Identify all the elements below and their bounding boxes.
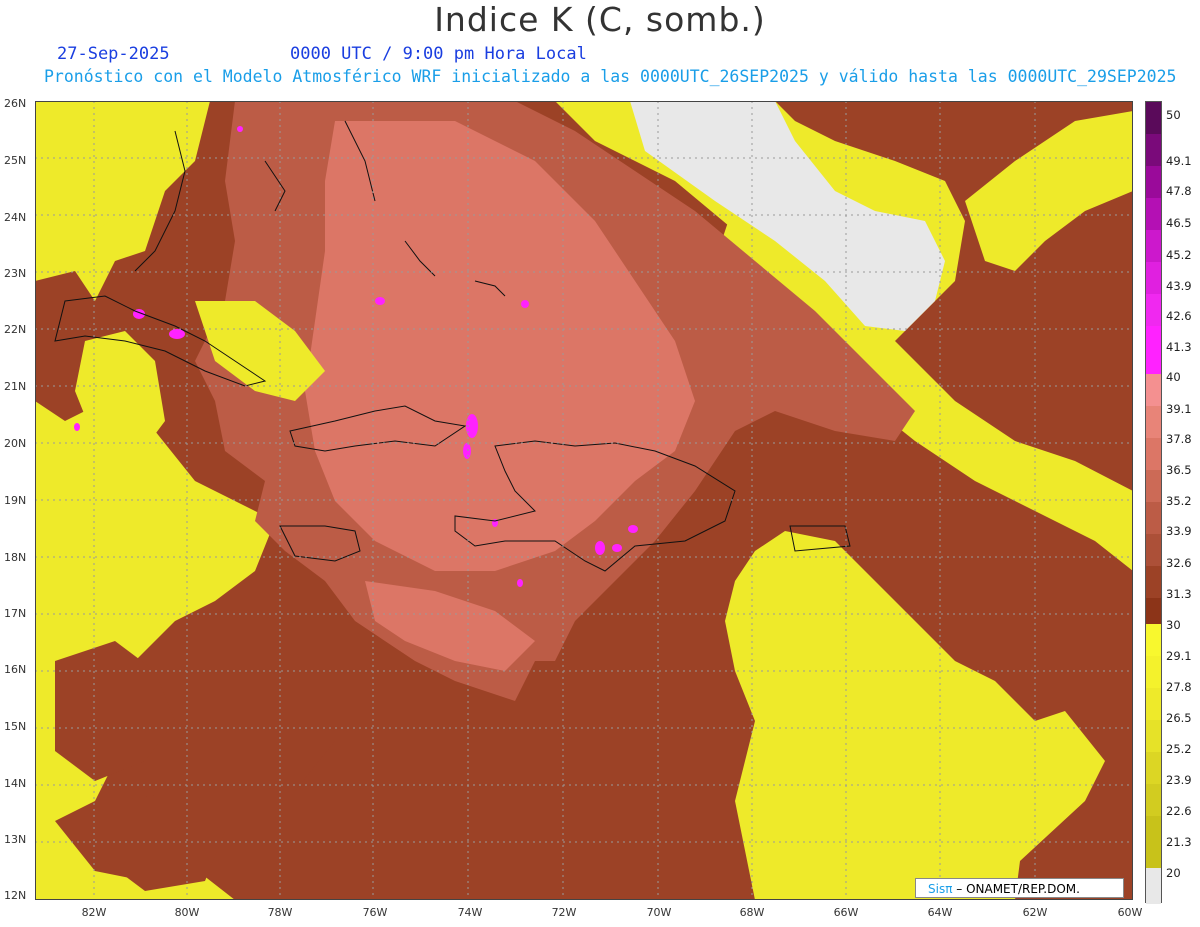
colorbar-label: 42.6 [1166,309,1192,323]
colorbar-label: 22.6 [1166,804,1192,818]
colorbar-label: 21.3 [1166,835,1192,849]
map-title: Indice K (C, somb.) [434,0,766,39]
lat-label: 17N [4,607,27,620]
colorbar-label: 30 [1166,618,1181,632]
lon-label: 66W [833,906,859,919]
colorbar-swatch [1146,326,1161,374]
lat-label: 12N [4,889,27,902]
colorbar-swatch [1146,374,1161,406]
colorbar-swatch [1146,534,1161,566]
lat-label: 15N [4,720,27,733]
colorbar-label: 47.8 [1166,184,1192,198]
colorbar-label: 43.9 [1166,279,1192,293]
credit-box: Sisπ – ONAMET/REP.DOM. [915,878,1124,898]
colorbar-swatch [1146,656,1161,688]
colorbar-swatch [1146,816,1161,868]
lon-label: 70W [646,906,672,919]
lat-label: 13N [4,833,27,846]
colorbar-label: 20 [1166,866,1181,880]
lon-label: 62W [1022,906,1048,919]
lon-label: 78W [267,906,293,919]
colorbar-label: 40 [1166,370,1181,384]
lon-label: 82W [81,906,107,919]
colorbar-label: 23.9 [1166,773,1192,787]
colorbar-label: 36.5 [1166,463,1192,477]
lat-label: 21N [4,380,27,393]
lat-label: 19N [4,494,27,507]
colorbar-label: 27.8 [1166,680,1192,694]
lon-label: 72W [551,906,577,919]
lon-label: 68W [739,906,765,919]
forecast-time: 0000 UTC / 9:00 pm Hora Local [290,44,587,64]
colorbar-label: 46.5 [1166,216,1192,230]
colorbar-swatch [1146,198,1161,230]
colorbar-swatch [1146,134,1161,166]
colorbar-swatch [1146,688,1161,720]
colorbar-swatch [1146,868,1161,904]
colorbar-swatch [1146,598,1161,624]
colorbar-label: 39.1 [1166,402,1192,416]
colorbar-label: 32.6 [1166,556,1192,570]
colorbar-swatch [1146,470,1161,502]
lat-label: 26N [4,97,27,110]
colorbar-label: 45.2 [1166,248,1192,262]
colorbar-swatch [1146,230,1161,262]
colorbar-label: 25.2 [1166,742,1192,756]
colorbar-swatch [1146,294,1161,326]
lon-label: 76W [362,906,388,919]
colorbar-label: 49.1 [1166,154,1192,168]
colorbar-swatch [1146,720,1161,752]
colorbar-swatch [1146,502,1161,534]
lat-label: 23N [4,267,27,280]
colorbar-swatch [1146,406,1161,438]
lat-label: 18N [4,551,27,564]
lat-label: 22N [4,323,27,336]
colorbar-swatch [1146,262,1161,294]
lon-label: 60W [1117,906,1143,919]
k-index-map [35,101,1133,900]
colorbar-swatch [1146,166,1161,198]
lat-label: 25N [4,154,27,167]
colorbar-swatch [1146,624,1161,656]
colorbar-label: 33.9 [1166,524,1192,538]
colorbar [1145,101,1162,904]
lat-label: 14N [4,777,27,790]
lat-label: 24N [4,211,27,224]
sispi-logo-text: Sisπ [928,882,953,896]
colorbar-label: 29.1 [1166,649,1192,663]
colorbar-swatch [1146,438,1161,470]
forecast-date: 27-Sep-2025 [57,44,170,64]
colorbar-swatch [1146,752,1161,784]
lat-label: 16N [4,663,27,676]
colorbar-swatch [1146,566,1161,598]
colorbar-label: 50 [1166,108,1181,122]
lon-label: 64W [927,906,953,919]
colorbar-label: 41.3 [1166,340,1192,354]
colorbar-label: 31.3 [1166,587,1192,601]
colorbar-label: 37.8 [1166,432,1192,446]
lat-label: 20N [4,437,27,450]
colorbar-label: 35.2 [1166,494,1192,508]
colorbar-label: 26.5 [1166,711,1192,725]
credit-org: – ONAMET/REP.DOM. [952,882,1080,896]
forecast-subtitle: Pronóstico con el Modelo Atmosférico WRF… [44,67,1177,86]
lon-label: 80W [174,906,200,919]
colorbar-swatch [1146,102,1161,134]
map-svg [35,101,1133,900]
colorbar-swatch [1146,784,1161,816]
lon-label: 74W [457,906,483,919]
